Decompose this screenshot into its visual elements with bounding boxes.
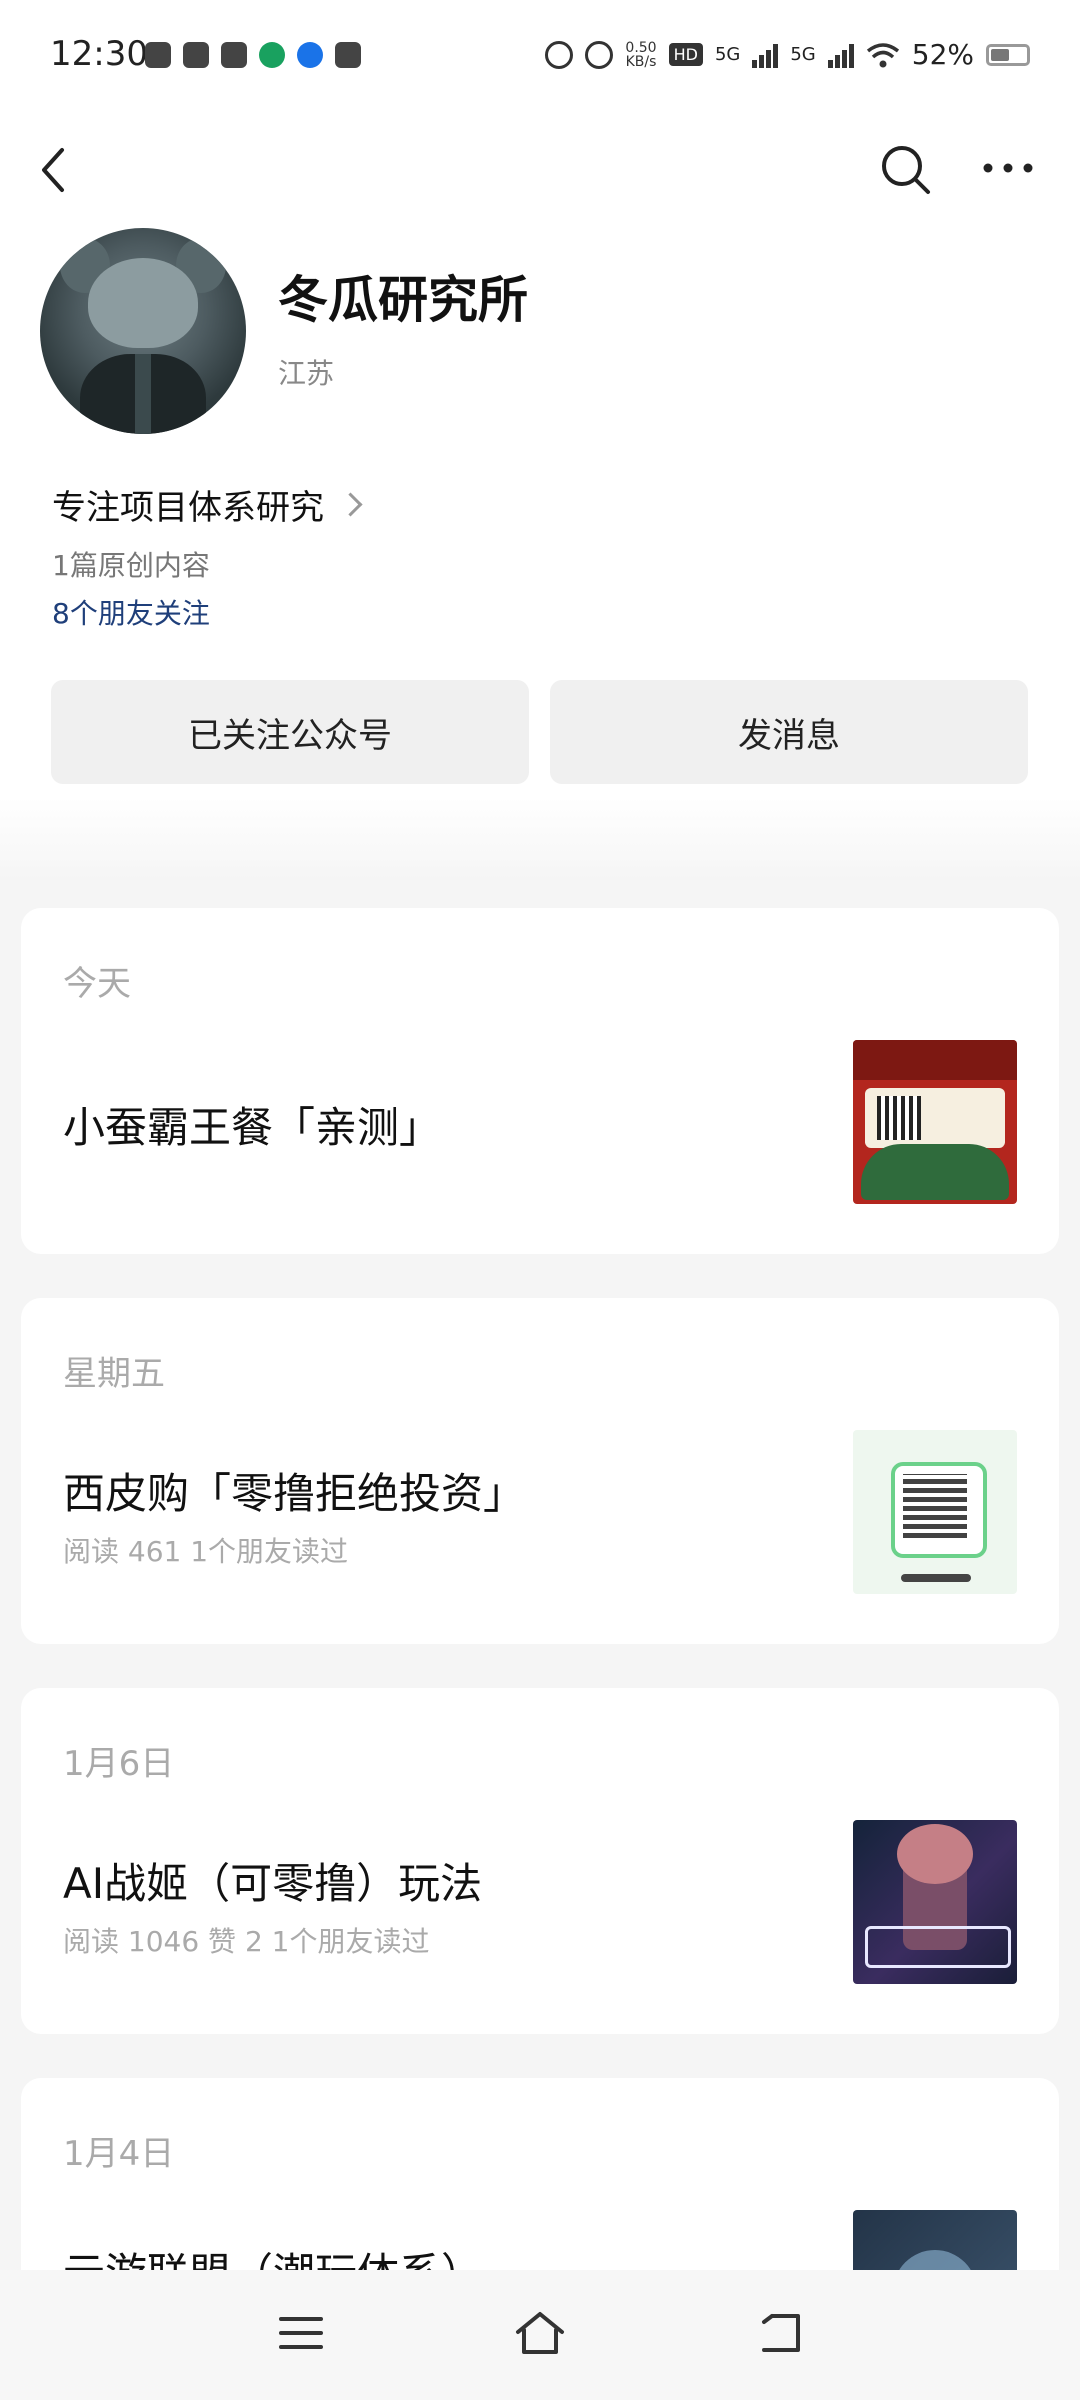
- recycle-icon: [259, 42, 285, 68]
- qr-code-image: [877, 1096, 921, 1140]
- article-thumbnail: [853, 1820, 1017, 1984]
- thumb-bar: [901, 1574, 971, 1582]
- status-indicators: 0.50 KB/s HD 5G 5G 52%: [545, 38, 1030, 71]
- wifi-icon: [866, 42, 899, 67]
- sim2-label: 5G: [790, 44, 816, 65]
- more-icon[interactable]: [982, 158, 1034, 178]
- home-icon[interactable]: [514, 2310, 566, 2356]
- chevron-left-icon[interactable]: [36, 146, 72, 194]
- account-location: 江苏: [278, 357, 335, 390]
- sim1-label: 5G: [714, 44, 741, 65]
- article-meta: 阅读 461 1个朋友读过: [63, 1535, 349, 1568]
- article-date: 1月4日: [63, 2134, 175, 2174]
- thumb-logo: [865, 1926, 1011, 1968]
- net-speed: 0.50 KB/s: [625, 39, 657, 70]
- back-icon[interactable]: [758, 2312, 804, 2354]
- app-icon: [221, 42, 247, 68]
- article-card[interactable]: 今天 小蚕霸王餐「亲测」: [21, 908, 1059, 1254]
- battery-icon: [986, 43, 1030, 66]
- thumb-hair: [897, 1824, 973, 1884]
- avatar-face: [88, 258, 198, 348]
- battery-percent: 52%: [911, 38, 974, 71]
- article-card[interactable]: 星期五 西皮购「零撸拒绝投资」 阅读 461 1个朋友读过: [21, 1298, 1059, 1644]
- article-thumbnail: [853, 1430, 1017, 1594]
- article-date: 1月6日: [63, 1744, 175, 1784]
- article-card[interactable]: 1月6日 AI战姬（可零撸）玩法 阅读 1046 赞 2 1个朋友读过: [21, 1688, 1059, 2034]
- top-nav: [0, 118, 1080, 218]
- alarm-icon: [545, 40, 574, 69]
- article-title: AI战姬（可零撸）玩法: [63, 1859, 483, 1908]
- menu-icon[interactable]: [278, 2314, 324, 2352]
- thumb-food: [861, 1144, 1009, 1200]
- article-title: 西皮购「零撸拒绝投资」: [63, 1469, 526, 1518]
- chevron-right-icon: [338, 492, 363, 517]
- article-meta: 阅读 1046 赞 2 1个朋友读过: [63, 1925, 430, 1958]
- account-description[interactable]: 专注项目体系研究: [52, 480, 363, 529]
- status-time: 12:30: [50, 34, 148, 74]
- alipay-icon: [335, 42, 361, 68]
- signal-icon-2: [827, 42, 854, 68]
- signal-icon: [752, 42, 779, 68]
- send-message-button[interactable]: 发消息: [550, 680, 1028, 784]
- taobao-icon: [145, 42, 171, 68]
- description-text: 专注项目体系研究: [52, 488, 324, 528]
- search-icon[interactable]: [878, 142, 934, 198]
- mute-icon: [585, 40, 614, 69]
- article-thumbnail: [853, 1040, 1017, 1204]
- original-count: 1篇原创内容: [52, 549, 210, 582]
- hd-icon: HD: [668, 43, 703, 66]
- thumb-banner: [853, 1040, 1017, 1080]
- qq-icon: [183, 42, 209, 68]
- avatar[interactable]: [40, 228, 246, 434]
- article-title: 小蚕霸王餐「亲测」: [63, 1103, 442, 1152]
- article-date: 今天: [63, 964, 131, 1004]
- system-nav-bar: [0, 2270, 1080, 2400]
- account-name: 冬瓜研究所: [278, 271, 528, 329]
- followed-button[interactable]: 已关注公众号: [51, 680, 529, 784]
- notification-icons: [145, 42, 361, 68]
- friends-following-link[interactable]: 8个朋友关注: [52, 592, 210, 632]
- avatar-tie: [135, 354, 151, 434]
- status-bar: 12:30 0.50 KB/s HD 5G 5G 52%: [0, 0, 1080, 118]
- article-date: 星期五: [63, 1354, 165, 1394]
- browser-icon: [297, 42, 323, 68]
- qr-code-image: [903, 1474, 967, 1538]
- account-header: 冬瓜研究所 江苏 专注项目体系研究 1篇原创内容 8个朋友关注 已关注公众号 发…: [0, 218, 1080, 880]
